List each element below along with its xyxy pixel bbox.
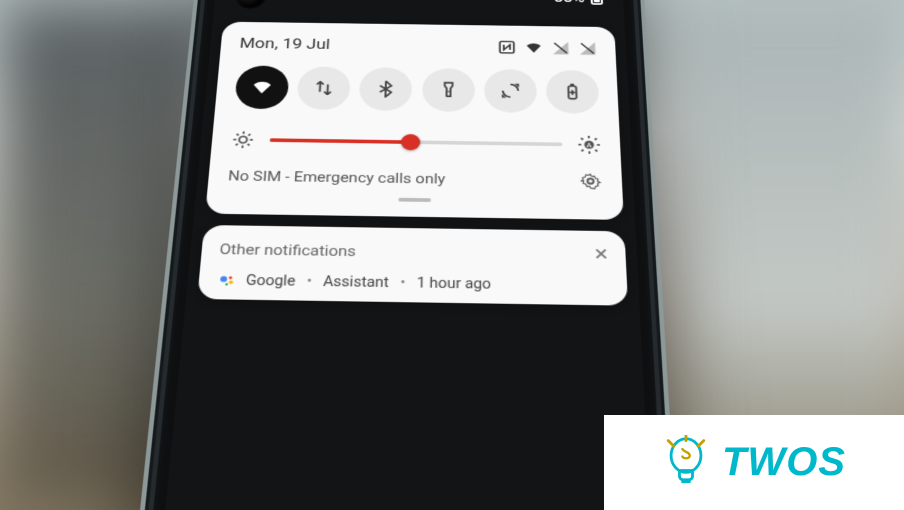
brightness-row: A: [230, 130, 601, 155]
screen: 16:31 33% Mon, 19 Jul: [144, 0, 663, 510]
dismiss-button[interactable]: ×: [594, 244, 608, 266]
auto-rotate-icon: [499, 81, 522, 100]
other-notifications-card: Other notifications × Google • Assistant: [197, 225, 628, 306]
brightness-low-icon: [230, 130, 255, 150]
qs-date: Mon, 19 Jul: [239, 35, 331, 53]
brightness-thumb[interactable]: [400, 134, 420, 150]
notification-item[interactable]: Google • Assistant • 1 hour ago: [216, 272, 609, 296]
brightness-auto-icon: A: [577, 135, 601, 155]
twos-brand-text: TWOS: [722, 440, 846, 485]
status-time: 16:31: [286, 0, 328, 1]
quick-settings-panel: Mon, 19 Jul: [205, 22, 624, 220]
flashlight-icon: [436, 80, 459, 99]
status-right: 33%: [554, 0, 603, 5]
nfc-icon: [498, 40, 517, 55]
qs-tiles: [234, 65, 600, 113]
battery-icon: [590, 0, 603, 5]
notif-header-label: Other notifications: [219, 241, 357, 260]
notification-shade: Mon, 19 Jul: [184, 17, 640, 324]
qs-tile-bluetooth[interactable]: [359, 67, 413, 111]
twos-watermark: TWOS: [604, 415, 904, 510]
signal-off-icon: [551, 40, 570, 55]
notif-age: 1 hour ago: [416, 276, 491, 293]
battery-saver-icon: [561, 82, 585, 101]
settings-icon[interactable]: [578, 171, 603, 192]
qs-tile-rotate[interactable]: [484, 69, 537, 113]
qs-tile-wifi[interactable]: [234, 65, 290, 109]
brightness-fill: [270, 138, 411, 144]
sim-status-text: No SIM - Emergency calls only: [227, 168, 445, 188]
data-arrows-icon: [312, 78, 336, 97]
drag-handle[interactable]: [398, 198, 431, 202]
qs-tile-battery-saver[interactable]: [546, 70, 600, 114]
qs-tile-flashlight[interactable]: [421, 68, 474, 112]
phone-body: 16:31 33% Mon, 19 Jul: [124, 0, 682, 510]
battery-percent: 33%: [554, 0, 585, 5]
bluetooth-icon: [374, 79, 398, 98]
brightness-slider[interactable]: [270, 138, 563, 146]
lightbulb-icon: [662, 435, 710, 491]
separator-dot: •: [306, 274, 312, 290]
separator-dot: •: [400, 275, 406, 291]
power-button[interactable]: [646, 125, 656, 187]
svg-text:A: A: [586, 142, 592, 149]
signal-off-icon: [578, 41, 597, 56]
google-assistant-icon: [216, 272, 238, 290]
sim-status-row: No SIM - Emergency calls only: [227, 166, 603, 192]
notif-title: Assistant: [323, 274, 389, 291]
qs-tile-data[interactable]: [296, 66, 351, 110]
notif-app: Google: [245, 273, 296, 290]
wifi-icon: [524, 40, 543, 55]
wifi-icon: [250, 78, 274, 97]
qs-status-icons: [498, 40, 598, 57]
notif-header: Other notifications ×: [219, 239, 609, 266]
qs-header: Mon, 19 Jul: [239, 35, 597, 57]
